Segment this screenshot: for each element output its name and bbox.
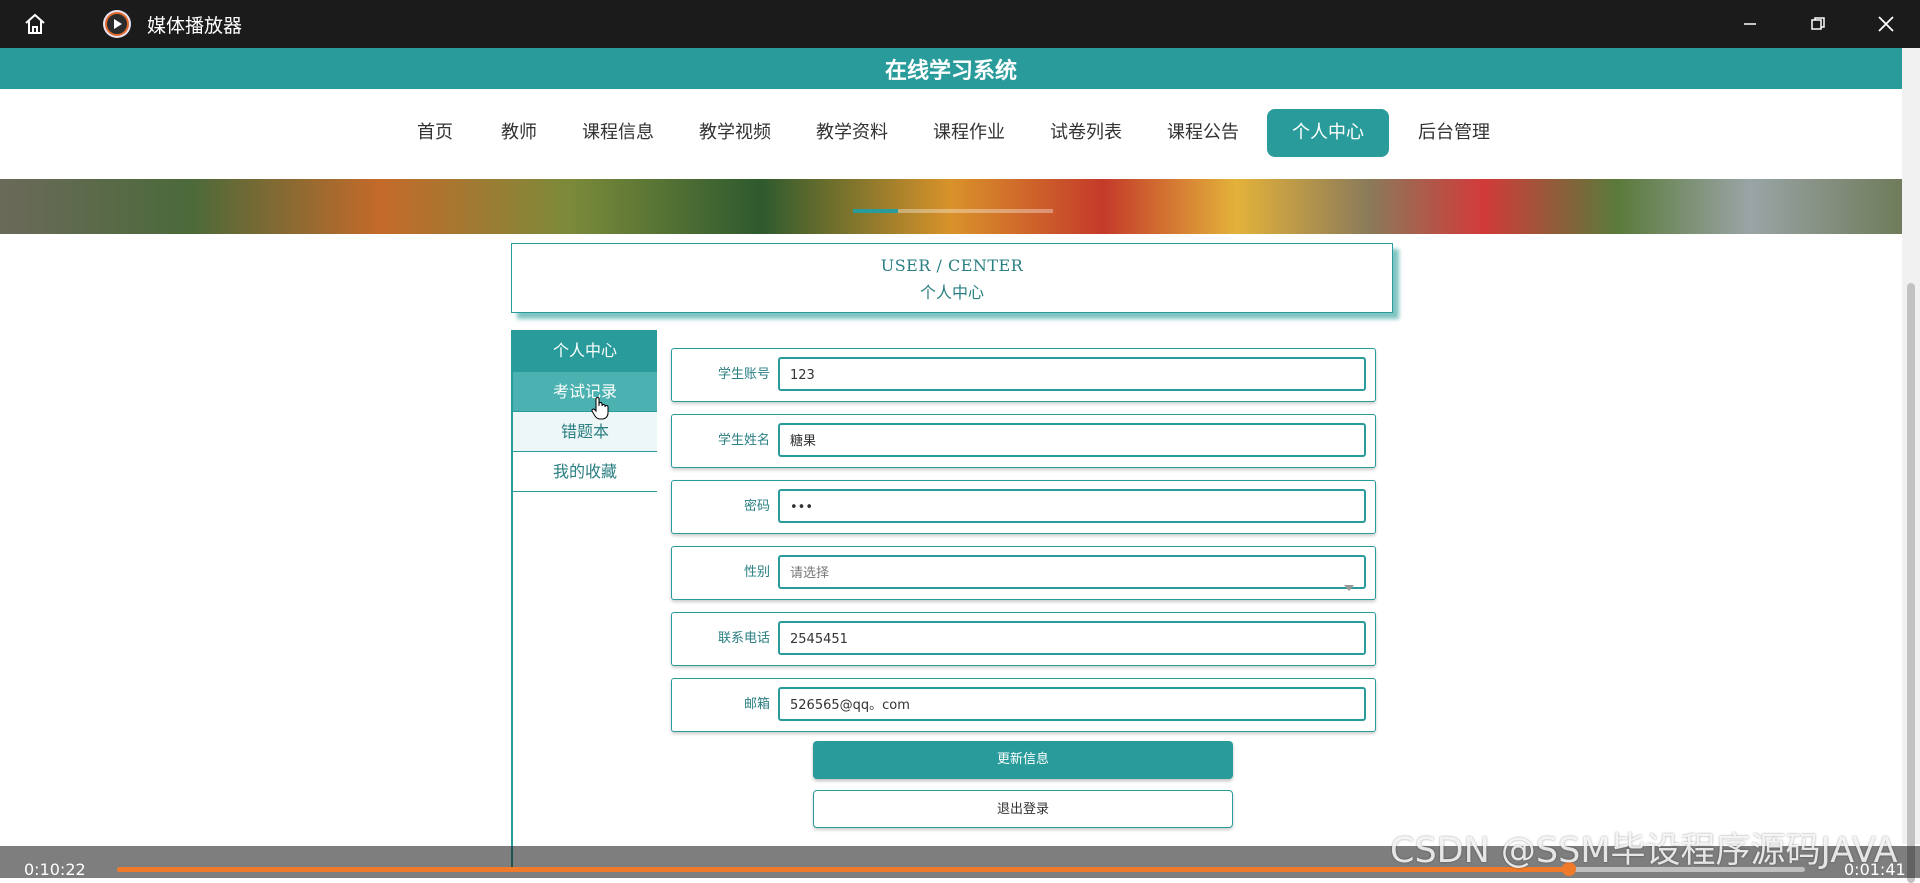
update-info-button[interactable]: 更新信息 [813,741,1233,779]
carousel-indicator-rest[interactable] [898,209,1053,213]
field-label: 密码 [743,499,770,514]
nav-admin[interactable]: 后台管理 [1414,109,1494,157]
media-player-app-icon [103,10,131,38]
chevron-down-icon [1344,571,1354,605]
page-scrollbar[interactable] [1902,48,1920,883]
user-sidebar: 个人中心 考试记录 错题本 我的收藏 [511,330,657,870]
seek-bar-progress [117,867,1569,872]
field-label: 邮箱 [743,697,770,712]
form-row-password: 密码 ••• [671,480,1376,534]
heading-chinese: 个人中心 [919,283,984,302]
field-label: 联系电话 [717,631,770,646]
form-row-account: 学生账号 123 [671,348,1376,402]
watermark-text: CSDN @SSM毕设程序源码JAVA [1390,831,1898,871]
logout-button[interactable]: 退出登录 [813,790,1233,828]
restore-button[interactable] [1784,0,1852,48]
gender-select-placeholder: 请选择 [790,566,830,581]
carousel-indicator[interactable] [853,209,1053,213]
user-center-heading: USER / CENTER 个人中心 [511,243,1393,313]
sidebar-item-wrong-questions[interactable]: 错题本 [513,412,657,452]
banner-image [0,179,1902,234]
carousel-indicator-active[interactable] [853,209,898,213]
window-title: 媒体播放器 [147,14,243,37]
nav-course-info[interactable]: 课程信息 [578,109,658,157]
home-icon[interactable] [17,6,53,42]
minimize-button[interactable] [1716,0,1784,48]
form-row-name: 学生姓名 糖果 [671,414,1376,468]
site-title: 在线学习系统 [0,48,1902,89]
form-row-gender: 性别 请选择 [671,546,1376,600]
main-nav: 首页 教师 课程信息 教学视频 教学资料 课程作业 试卷列表 课程公告 个人中心… [0,89,1902,179]
nav-teaching-materials[interactable]: 教学资料 [812,109,892,157]
sidebar-item-favorites[interactable]: 我的收藏 [513,452,657,492]
scrollbar-thumb[interactable] [1907,283,1915,883]
player-titlebar: 媒体播放器 [0,0,1920,48]
nav-course-announcements[interactable]: 课程公告 [1163,109,1243,157]
sidebar-item-personal-center[interactable]: 个人中心 [513,330,657,372]
profile-form: 学生账号 123 学生姓名 糖果 密码 ••• 性别 请选择 联系电话 2545… [671,348,1376,744]
gender-select[interactable]: 请选择 [778,555,1366,591]
field-label: 学生账号 [717,367,770,382]
nav-home[interactable]: 首页 [413,109,457,157]
close-button[interactable] [1852,0,1920,48]
nav-personal-center[interactable]: 个人中心 [1267,109,1389,157]
sidebar-item-exam-records[interactable]: 考试记录 [513,372,657,412]
nav-course-homework[interactable]: 课程作业 [929,109,1009,157]
student-account-input[interactable]: 123 [778,357,1366,391]
form-row-email: 邮箱 526565@qq。com [671,678,1376,732]
student-name-input[interactable]: 糖果 [778,423,1366,457]
nav-exam-list[interactable]: 试卷列表 [1046,109,1126,157]
nav-teaching-videos[interactable]: 教学视频 [695,109,775,157]
email-input[interactable]: 526565@qq。com [778,687,1366,721]
field-label: 学生姓名 [717,433,770,448]
current-time: 0:10:22 [24,860,86,879]
hand-cursor-icon [591,396,609,424]
nav-teachers[interactable]: 教师 [497,109,541,157]
phone-input[interactable]: 2545451 [778,621,1366,655]
password-input[interactable]: ••• [778,489,1366,523]
field-label: 性别 [743,565,770,580]
form-row-phone: 联系电话 2545451 [671,612,1376,666]
heading-english: USER / CENTER [880,256,1024,275]
